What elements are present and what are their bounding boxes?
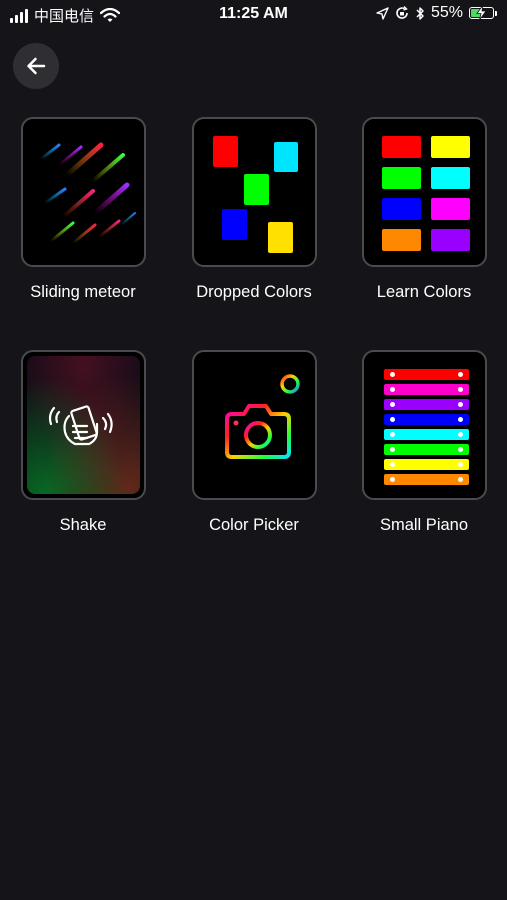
dropped-colors-thumbnail — [191, 117, 317, 267]
color-swatch-red — [381, 136, 421, 158]
shaking-hand-phone-icon — [48, 405, 113, 446]
shake-thumbnail — [20, 350, 146, 500]
xylophone-key-blue — [383, 414, 469, 425]
color-square-cyan — [273, 142, 298, 172]
arrow-left-icon — [27, 57, 46, 75]
game-tile-shake[interactable]: Shake — [18, 350, 148, 535]
xylophone-key-red — [383, 369, 469, 380]
color-swatch-magenta — [430, 198, 470, 220]
orientation-lock-icon — [396, 6, 408, 19]
color-swatch-cyan — [430, 167, 470, 189]
color-square-yellow — [267, 222, 293, 253]
color-swatch-blue — [381, 198, 421, 220]
color-swatch-purple — [430, 229, 470, 251]
game-tile-learn-colors[interactable]: Learn Colors — [359, 117, 489, 302]
color-square-red — [212, 136, 238, 167]
xylophone-key-purple — [383, 399, 469, 410]
learn-colors-thumbnail — [361, 117, 487, 267]
game-tile-sliding-meteor[interactable]: Sliding meteor — [18, 117, 148, 302]
color-swatch-green — [381, 167, 421, 189]
game-tile-small-piano[interactable]: Small Piano — [359, 350, 489, 535]
meteor-icon — [39, 142, 136, 245]
bluetooth-icon — [416, 6, 424, 20]
color-square-blue — [221, 209, 247, 240]
color-picker-thumbnail — [191, 350, 317, 500]
color-swatch-yellow — [430, 136, 470, 158]
xylophone-key-green — [383, 444, 469, 455]
game-label: Sliding meteor — [30, 283, 136, 301]
xylophone-key-pink — [383, 384, 469, 395]
game-label: Color Picker — [209, 516, 299, 534]
location-icon — [376, 6, 389, 20]
game-label: Shake — [59, 516, 107, 534]
battery-icon — [469, 5, 494, 20]
sliding-meteor-thumbnail — [20, 117, 146, 267]
game-tile-color-picker[interactable]: Color Picker — [189, 350, 319, 535]
xylophone-key-orange — [383, 474, 469, 485]
status-bar: 中国电信 11:25 AM 55% — [0, 0, 507, 30]
rainbow-camera-icon — [224, 374, 300, 459]
game-label: Learn Colors — [376, 283, 472, 301]
small-piano-thumbnail — [361, 350, 487, 500]
battery-percent: 55% — [430, 4, 463, 21]
game-tile-dropped-colors[interactable]: Dropped Colors — [189, 117, 319, 302]
game-label: Small Piano — [379, 516, 469, 534]
xylophone-key-yellow — [383, 459, 469, 470]
back-button[interactable] — [13, 43, 59, 89]
color-swatch-orange — [381, 229, 421, 251]
color-square-green — [243, 174, 269, 205]
status-right: 55% — [376, 4, 497, 22]
game-label: Dropped Colors — [196, 283, 312, 301]
charging-bolt-icon — [476, 5, 487, 20]
xylophone-key-cyan — [383, 429, 469, 440]
battery-tip — [495, 10, 497, 16]
